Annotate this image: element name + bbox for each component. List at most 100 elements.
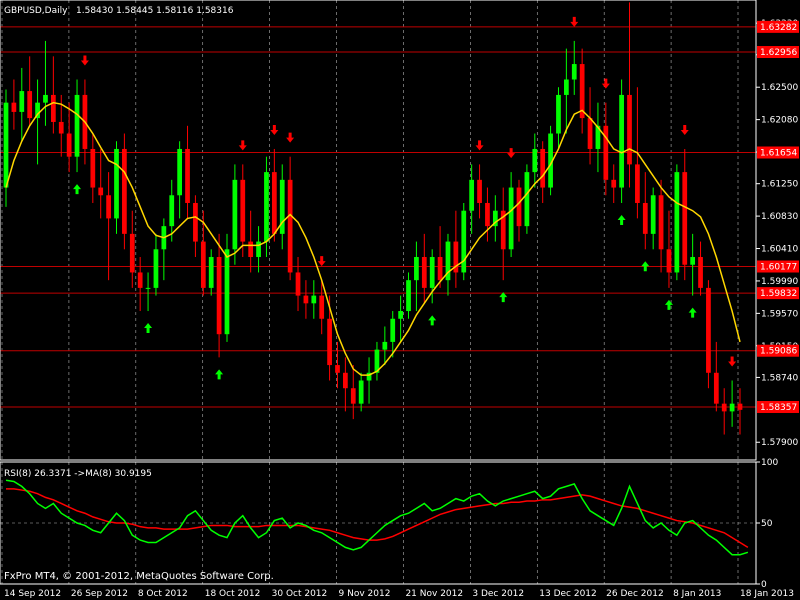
candle-body[interactable]	[414, 257, 419, 281]
candle-body[interactable]	[327, 318, 332, 366]
candles[interactable]	[3, 2, 743, 435]
time-axis: 14 Sep 2012 26 Sep 2012 8 Oct 2012 18 Oct 2…	[4, 589, 794, 599]
candle-body[interactable]	[540, 148, 546, 188]
candle-body[interactable]	[469, 179, 475, 211]
rsi-axis: 100500	[756, 458, 778, 590]
candle-body[interactable]	[429, 257, 435, 288]
candle-body[interactable]	[169, 195, 175, 227]
candle-body[interactable]	[193, 202, 198, 242]
candle-body[interactable]	[185, 148, 190, 203]
date-tick-label: 9 Nov 2012	[339, 589, 391, 599]
buy-arrow-icon	[215, 369, 224, 380]
candle-body[interactable]	[532, 148, 538, 173]
candle-body[interactable]	[713, 372, 719, 404]
buy-arrow-icon	[144, 323, 153, 334]
candle-body[interactable]	[319, 295, 325, 319]
candle-body[interactable]	[106, 195, 111, 219]
level-tag-label: 1.59832	[760, 289, 797, 299]
candle-body[interactable]	[674, 172, 680, 273]
candle-body[interactable]	[508, 187, 514, 250]
candle-body[interactable]	[200, 241, 206, 288]
candle-body[interactable]	[335, 365, 340, 373]
candle-body[interactable]	[137, 272, 143, 288]
candle-body[interactable]	[658, 195, 664, 250]
candle-body[interactable]	[122, 148, 127, 234]
price-axis: 1.633301.629201.625001.620801.616601.612…	[756, 19, 799, 448]
candle-body[interactable]	[19, 91, 25, 112]
date-tick-label: 8 Jan 2013	[673, 589, 721, 599]
candle-body[interactable]	[721, 403, 727, 412]
candle-body[interactable]	[556, 94, 561, 134]
candle-body[interactable]	[350, 388, 356, 404]
price-tick-label: 1.60410	[761, 245, 798, 255]
sell-arrow-icon	[270, 124, 279, 135]
candle-body[interactable]	[287, 179, 293, 273]
candle-body[interactable]	[737, 403, 743, 410]
candle-body[interactable]	[295, 272, 301, 296]
candle-body[interactable]	[98, 187, 104, 196]
candle-body[interactable]	[390, 318, 396, 342]
candle-body[interactable]	[224, 249, 230, 335]
candle-body[interactable]	[398, 311, 403, 319]
candle-body[interactable]	[706, 287, 711, 373]
candle-body[interactable]	[264, 172, 269, 242]
candle-body[interactable]	[27, 91, 33, 119]
candle-body[interactable]	[406, 280, 411, 312]
candle-body[interactable]	[248, 241, 254, 258]
candle-body[interactable]	[437, 257, 443, 281]
sell-arrow-icon	[680, 124, 689, 135]
sell-arrow-icon	[475, 140, 484, 151]
candle-body[interactable]	[90, 148, 96, 188]
candle-body[interactable]	[619, 94, 624, 188]
candle-body[interactable]	[650, 195, 656, 234]
candle-body[interactable]	[690, 257, 696, 265]
candle-body[interactable]	[603, 125, 609, 180]
level-tag-label: 1.62956	[760, 48, 797, 58]
candle-body[interactable]	[208, 257, 214, 288]
candle-body[interactable]	[303, 295, 309, 304]
candle-body[interactable]	[43, 94, 48, 103]
candle-body[interactable]	[3, 102, 9, 188]
candle-body[interactable]	[232, 179, 238, 250]
candle-body[interactable]	[271, 172, 277, 234]
candle-body[interactable]	[698, 257, 703, 288]
candle-body[interactable]	[485, 202, 490, 227]
symbol-label: GBPUSD,Daily	[4, 6, 68, 16]
candle-body[interactable]	[153, 249, 159, 288]
candle-body[interactable]	[635, 164, 640, 203]
candle-body[interactable]	[587, 118, 593, 149]
candle-body[interactable]	[421, 257, 427, 288]
candle-body[interactable]	[177, 148, 183, 196]
candle-body[interactable]	[524, 172, 530, 227]
candle-body[interactable]	[611, 179, 617, 188]
candle-body[interactable]	[50, 94, 56, 122]
candle-body[interactable]	[477, 179, 482, 203]
candle-body[interactable]	[58, 121, 64, 134]
candle-body[interactable]	[461, 210, 467, 273]
candle-body[interactable]	[642, 202, 648, 234]
candle-body[interactable]	[343, 372, 348, 389]
candle-body[interactable]	[74, 94, 80, 157]
sell-arrow-icon	[507, 148, 516, 159]
sell-arrow-icon	[728, 356, 737, 367]
candle-body[interactable]	[627, 94, 632, 165]
candle-body[interactable]	[311, 295, 317, 304]
candle-body[interactable]	[240, 179, 246, 242]
candle-body[interactable]	[358, 380, 364, 404]
candle-body[interactable]	[66, 133, 72, 157]
candle-body[interactable]	[129, 233, 135, 273]
candle-body[interactable]	[563, 79, 569, 95]
candle-body[interactable]	[114, 148, 119, 219]
rsi-ma-line	[6, 488, 749, 549]
buy-arrow-icon	[73, 184, 82, 195]
candle-body[interactable]	[666, 249, 672, 273]
candle-body[interactable]	[11, 102, 17, 112]
date-tick-label: 18 Oct 2012	[205, 589, 261, 599]
candle-body[interactable]	[382, 341, 388, 350]
candle-body[interactable]	[682, 172, 688, 265]
candle-body[interactable]	[571, 64, 577, 80]
candle-body[interactable]	[516, 187, 522, 227]
candle-body[interactable]	[145, 287, 151, 289]
candle-body[interactable]	[216, 257, 222, 335]
candle-body[interactable]	[729, 403, 735, 412]
